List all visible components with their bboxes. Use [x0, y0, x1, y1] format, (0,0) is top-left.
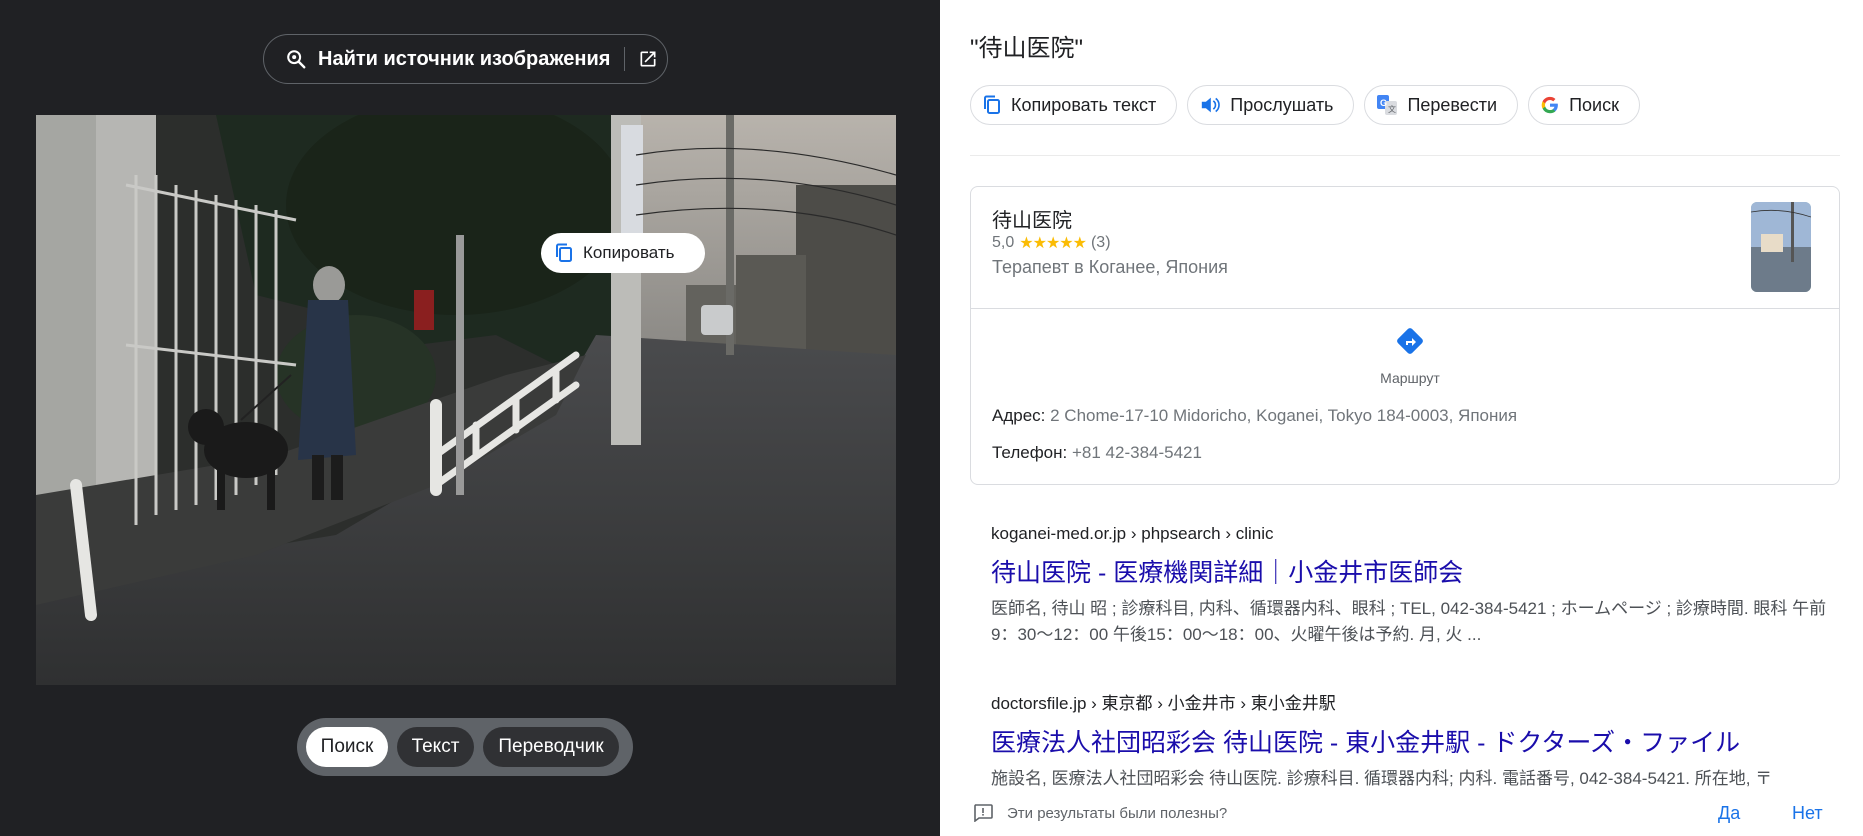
listen-button[interactable]: Прослушать [1187, 85, 1355, 125]
rating-stars: ★★★★★ [1019, 235, 1087, 252]
address-label: Адрес: [992, 406, 1046, 425]
copy-text-chip[interactable]: Копировать [541, 233, 705, 273]
image-panel: Найти источник изображения Копировать По… [0, 0, 940, 836]
route-button[interactable]: Маршрут [1365, 327, 1455, 386]
result-snippet: 施設名, 医療法人社団昭彩会 待山医院. 診療科目. 循環器内科; 内科. 電話… [991, 769, 1773, 788]
mode-switcher: Поиск Текст Переводчик [297, 718, 633, 776]
result-title-link[interactable]: 待山医院 - 医療機関詳細｜小金井市医師会 [991, 553, 1841, 589]
search-result: doctorsfile.jp › 東京都 › 小金井市 › 東小金井駅 医療法人… [991, 689, 1841, 792]
copy-text-label: Копировать текст [1011, 94, 1157, 115]
mode-translate-tab[interactable]: Переводчик [483, 727, 619, 767]
copy-icon [983, 95, 1001, 115]
translate-icon: G文 [1377, 95, 1398, 115]
results-panel: "待山医院" Копировать текст Прослушать G文 Пе… [940, 0, 1863, 836]
feedback-bar: Эти результаты были полезны? Да Нет [940, 790, 1863, 836]
feedback-no-button[interactable]: Нет [1792, 803, 1823, 824]
find-image-source-button[interactable]: Найти источник изображения [263, 34, 668, 84]
route-label: Маршрут [1380, 370, 1440, 386]
rating-value: 5,0 [992, 234, 1015, 251]
google-search-button[interactable]: Поиск [1528, 85, 1640, 125]
mode-text-tab[interactable]: Текст [397, 727, 474, 767]
place-thumbnail[interactable] [1751, 202, 1811, 292]
speaker-icon [1200, 96, 1221, 114]
directions-icon [1396, 327, 1424, 360]
feedback-question: Эти результаты были полезны? [1007, 805, 1228, 822]
translate-button[interactable]: G文 Перевести [1364, 85, 1519, 125]
place-category: Терапевт в Коганее, Япония [992, 257, 1228, 277]
recognized-text: "待山医院" [970, 35, 1084, 62]
search-result: koganei-med.or.jp › phpsearch › clinic 待… [991, 524, 1841, 648]
lens-search-icon [284, 47, 308, 71]
phone-label: Телефон: [992, 443, 1068, 462]
address-value[interactable]: 2 Chome-17-10 Midoricho, Koganei, Tokyo … [1050, 406, 1517, 425]
divider [624, 47, 626, 71]
text-actions: Копировать текст Прослушать G文 Перевести… [970, 85, 1650, 125]
feedback-icon [973, 804, 993, 827]
place-card: 待山医院 5,0 ★★★★★ (3) Терапевт в Коганее, Я… [970, 186, 1840, 485]
phone-value[interactable]: +81 42-384-5421 [1072, 443, 1202, 462]
place-rating: 5,0 ★★★★★ (3) [992, 233, 1111, 253]
open-external-icon[interactable] [637, 48, 659, 70]
copy-icon [555, 243, 573, 263]
result-snippet: 医師名, 待山 昭 ; 診療科目, 内科、循環器内科、眼科 ; TEL, 042… [991, 599, 1827, 644]
result-title-link[interactable]: 医療法人社団昭彩会 待山医院 - 東小金井駅 - ドクターズ・ファイル [991, 723, 1841, 759]
translate-label: Перевести [1407, 94, 1498, 115]
find-image-source-label: Найти источник изображения [318, 47, 611, 70]
result-breadcrumb[interactable]: koganei-med.or.jp › phpsearch › clinic [991, 524, 1841, 544]
copy-text-button[interactable]: Копировать текст [970, 85, 1178, 125]
review-count[interactable]: (3) [1091, 234, 1111, 252]
svg-text:文: 文 [1388, 104, 1396, 114]
copy-chip-label: Копировать [583, 243, 675, 262]
svg-text:G: G [1380, 98, 1387, 108]
place-name[interactable]: 待山医院 [992, 204, 1072, 233]
listen-label: Прослушать [1230, 94, 1334, 115]
place-phone: Телефон: +81 42-384-5421 [992, 443, 1202, 463]
place-address: Адрес: 2 Chome-17-10 Midoricho, Koganei,… [992, 406, 1517, 426]
divider [970, 155, 1840, 156]
mode-search-tab[interactable]: Поиск [306, 727, 388, 767]
result-breadcrumb[interactable]: doctorsfile.jp › 東京都 › 小金井市 › 東小金井駅 [991, 689, 1841, 714]
divider [971, 308, 1839, 309]
street-photo[interactable]: Копировать [36, 115, 896, 685]
google-search-label: Поиск [1569, 94, 1619, 115]
feedback-yes-button[interactable]: Да [1718, 803, 1740, 824]
google-g-icon [1541, 96, 1559, 114]
